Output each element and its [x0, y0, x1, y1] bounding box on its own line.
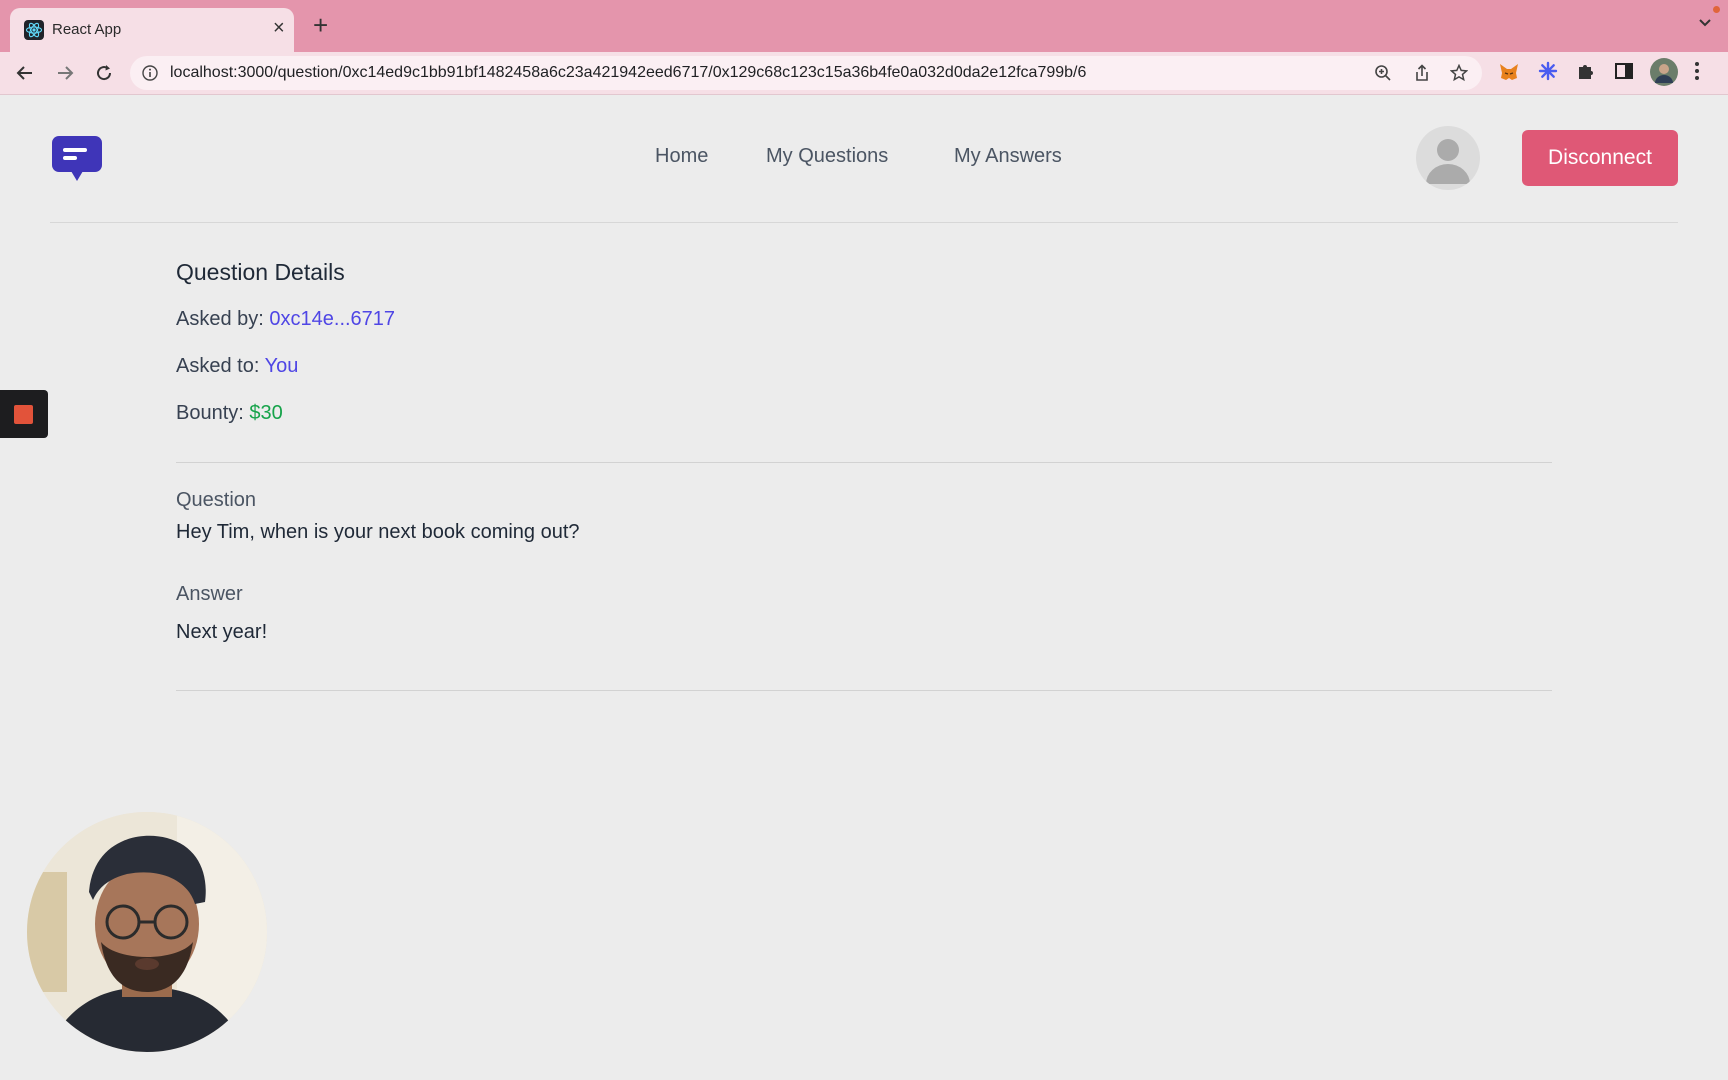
browser-toolbar: localhost:3000/question/0xc14ed9c1bb91bf…	[0, 52, 1728, 95]
chevron-down-icon[interactable]	[1698, 18, 1712, 28]
back-icon[interactable]	[12, 60, 38, 86]
metamask-icon[interactable]	[1498, 61, 1520, 83]
asked-by-address[interactable]: 0xc14e...6717	[269, 308, 395, 330]
asked-by-row: Asked by: 0xc14e...6717	[176, 308, 395, 331]
extension-icon[interactable]	[1538, 61, 1558, 81]
webcam-bubble	[27, 812, 267, 1052]
profile-icon[interactable]	[1650, 58, 1678, 86]
zoom-icon[interactable]	[1374, 64, 1392, 82]
menu-icon[interactable]	[1694, 61, 1700, 81]
plus-icon[interactable]: +	[313, 12, 328, 38]
share-icon[interactable]	[1413, 64, 1431, 82]
asked-to-value: You	[264, 355, 299, 377]
star-icon[interactable]	[1450, 64, 1468, 82]
puzzle-icon[interactable]	[1576, 61, 1596, 81]
react-favicon	[24, 20, 44, 40]
tab-title: React App	[52, 21, 122, 38]
webcam-person-image	[27, 812, 267, 1052]
asked-to-row: Asked to: You	[176, 355, 298, 378]
bounty-value: $30	[249, 402, 283, 424]
details-divider	[176, 462, 1552, 463]
stop-recording-icon	[14, 405, 33, 424]
browser-tab[interactable]: React App ×	[10, 8, 294, 52]
asked-by-label: Asked by:	[176, 308, 264, 330]
nav-my-answers[interactable]: My Answers	[954, 145, 1062, 168]
answer-text: Next year!	[176, 621, 268, 643]
sidepanel-icon[interactable]	[1614, 61, 1634, 81]
asked-to-label: Asked to:	[176, 355, 260, 377]
url-text[interactable]: localhost:3000/question/0xc14ed9c1bb91bf…	[170, 64, 1086, 82]
chat-logo-icon[interactable]	[52, 136, 102, 182]
stop-recording-button[interactable]	[0, 390, 48, 438]
question-label: Question	[176, 489, 257, 511]
browser-tab-bar: React App × +	[0, 0, 1728, 52]
reload-icon[interactable]	[91, 60, 117, 86]
question-text: Hey Tim, when is your next book coming o…	[176, 521, 580, 543]
forward-icon[interactable]	[52, 60, 78, 86]
answer-label: Answer	[176, 583, 243, 605]
answer-divider	[176, 690, 1552, 691]
nav-home[interactable]: Home	[655, 145, 708, 168]
avatar-icon	[1426, 139, 1470, 184]
avatar[interactable]	[1416, 126, 1480, 190]
header-divider	[50, 222, 1678, 223]
recording-dot	[1713, 6, 1720, 13]
close-icon[interactable]: ×	[273, 17, 285, 40]
bounty-row: Bounty: $30	[176, 402, 283, 425]
address-bar[interactable]: localhost:3000/question/0xc14ed9c1bb91bf…	[130, 56, 1482, 90]
disconnect-button[interactable]: Disconnect	[1522, 130, 1678, 186]
page-title: Question Details	[176, 259, 345, 285]
info-icon[interactable]	[142, 65, 158, 81]
nav-my-questions[interactable]: My Questions	[766, 145, 888, 168]
bounty-label: Bounty:	[176, 402, 244, 424]
